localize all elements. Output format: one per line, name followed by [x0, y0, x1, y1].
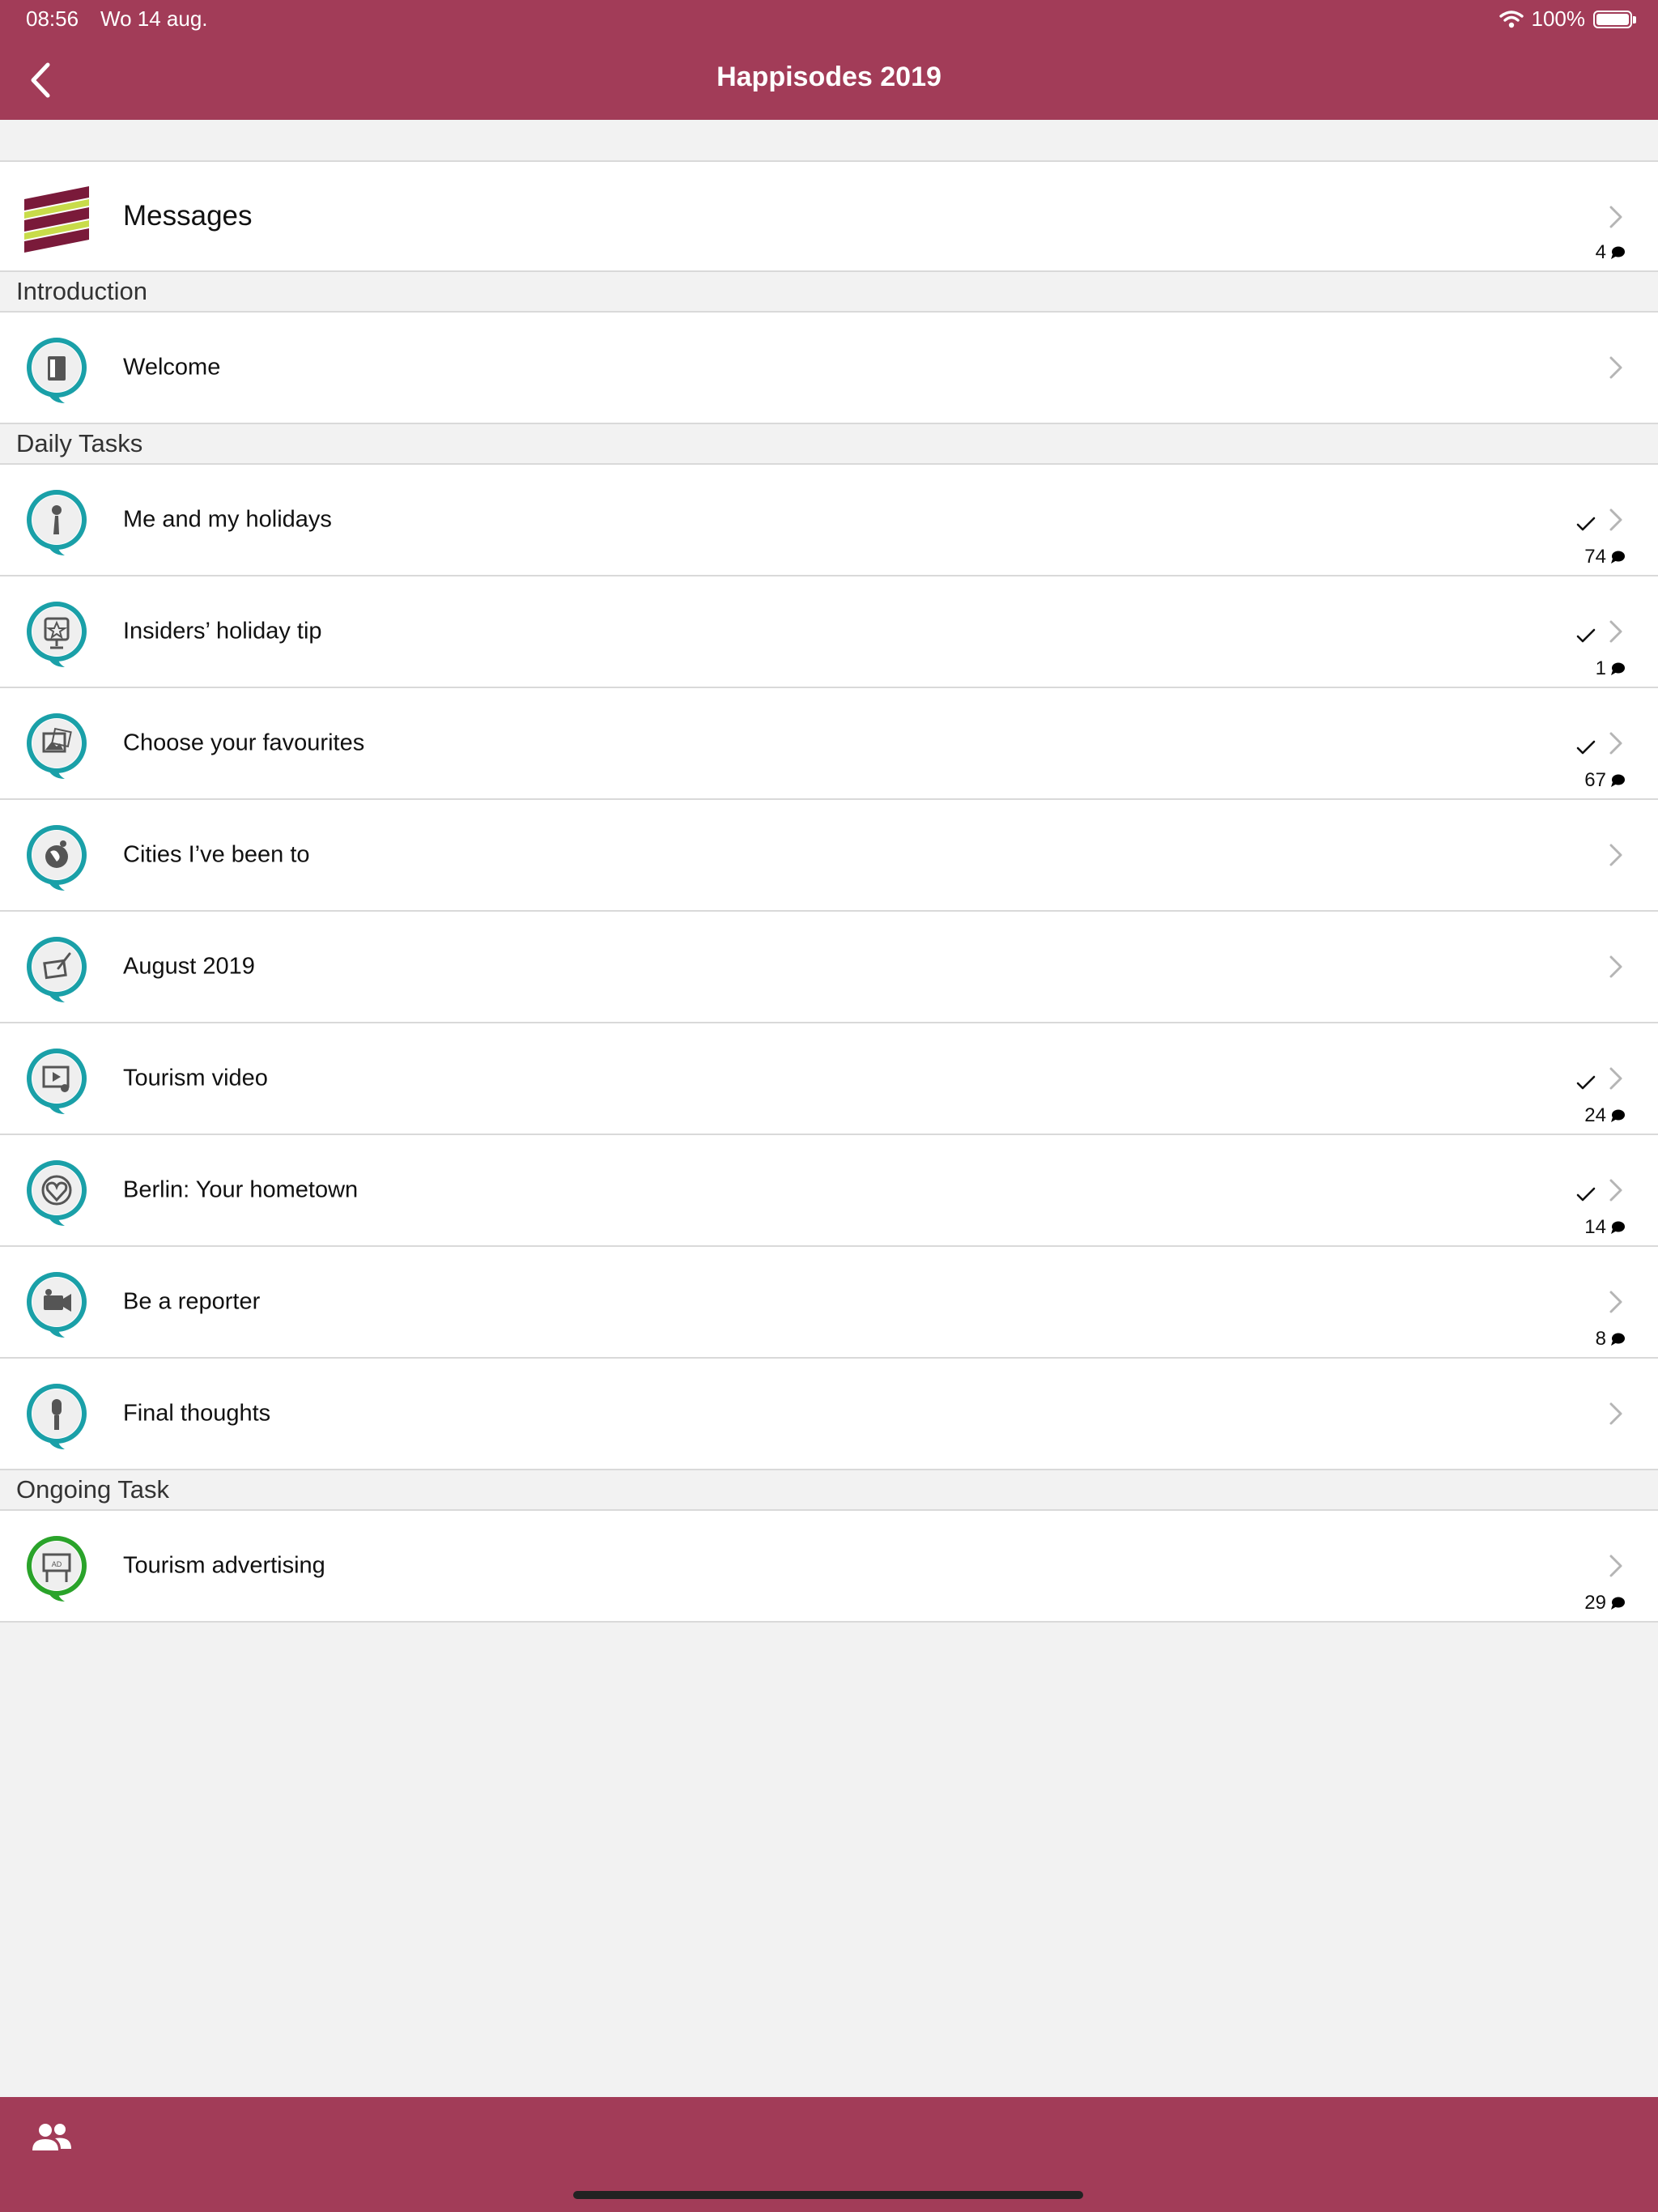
checkmark-icon: [1576, 517, 1596, 531]
svg-text:AD: AD: [52, 1560, 62, 1568]
speech-bubble-icon: [1611, 774, 1625, 787]
status-right: 100%: [1499, 6, 1636, 32]
comment-count-value: 14: [1584, 1216, 1606, 1238]
checkmark-icon: [1576, 1075, 1596, 1090]
door-icon: [27, 338, 87, 403]
speech-bubble-icon: [1611, 551, 1625, 564]
nav-bar: Happisodes 2019: [0, 40, 1658, 120]
chevron-right-icon: [1609, 1179, 1622, 1202]
globe-pin-icon: [27, 825, 87, 891]
photos-icon: [27, 713, 87, 779]
comment-count: 1: [1596, 657, 1626, 680]
chevron-right-icon: [1609, 356, 1622, 379]
status-date: Wo 14 aug.: [100, 6, 208, 31]
drawing-pad-icon: [27, 937, 87, 1002]
comment-count: 29: [1584, 1592, 1626, 1614]
video-camera-icon: [27, 1272, 87, 1338]
person-globe-icon: [27, 490, 87, 555]
task-label: Cities I’ve been to: [123, 841, 310, 868]
speech-bubble-icon: [1611, 1597, 1625, 1610]
task-row[interactable]: Choose your favourites 67: [0, 688, 1658, 800]
messages-row[interactable]: Messages 4: [0, 160, 1658, 272]
battery-fill: [1596, 13, 1629, 25]
film-play-icon: [27, 1049, 87, 1114]
task-label: Be a reporter: [123, 1288, 261, 1315]
speech-bubble-icon: [1611, 662, 1625, 675]
task-row[interactable]: Cities I’ve been to: [0, 800, 1658, 912]
task-label: Welcome: [123, 354, 221, 381]
task-label: Choose your favourites: [123, 730, 365, 756]
task-label: Me and my holidays: [123, 506, 332, 533]
comment-count-value: 74: [1584, 546, 1606, 568]
comment-count: 67: [1584, 769, 1626, 792]
wifi-icon: [1499, 10, 1524, 28]
comment-count-value: 1: [1595, 657, 1606, 679]
checkmark-icon: [1576, 740, 1596, 755]
chevron-right-icon: [1609, 1067, 1622, 1090]
brand-logo-icon: [24, 186, 89, 253]
task-row[interactable]: Tourism video 24: [0, 1023, 1658, 1135]
task-label: Berlin: Your hometown: [123, 1176, 359, 1203]
task-row[interactable]: AD Tourism advertising 29: [0, 1511, 1658, 1623]
task-row[interactable]: Berlin: Your hometown 14: [0, 1135, 1658, 1247]
comment-count: 74: [1584, 546, 1626, 568]
section-header: Ongoing Task: [0, 1470, 1658, 1511]
checkmark-icon: [1576, 1187, 1596, 1202]
task-row[interactable]: Me and my holidays 74: [0, 465, 1658, 576]
people-icon[interactable]: [31, 2121, 73, 2154]
speech-bubble-icon: [1611, 1109, 1625, 1122]
comment-count-value: 8: [1595, 1328, 1606, 1350]
chevron-right-icon: [1609, 844, 1622, 866]
chevron-right-icon: [1609, 955, 1622, 978]
comment-count-value: 29: [1584, 1592, 1606, 1614]
star-sign-icon: [27, 602, 87, 667]
speech-bubble-icon: [1611, 246, 1625, 259]
battery-percent: 100%: [1531, 6, 1586, 31]
task-label: Insiders’ holiday tip: [123, 618, 322, 644]
chevron-right-icon: [1609, 508, 1622, 531]
message-count-value: 4: [1595, 241, 1606, 263]
task-list: Messages 4 Introduction Welcome Daily Task…: [0, 160, 1658, 1623]
battery-icon: [1593, 10, 1636, 28]
comment-count-value: 67: [1584, 769, 1606, 791]
comment-count-value: 24: [1584, 1104, 1606, 1126]
task-row[interactable]: Be a reporter 8: [0, 1247, 1658, 1359]
task-label: August 2019: [123, 953, 255, 980]
chevron-right-icon: [1609, 206, 1622, 228]
comment-count: 14: [1584, 1216, 1626, 1239]
task-row[interactable]: August 2019: [0, 912, 1658, 1023]
task-row[interactable]: Welcome: [0, 313, 1658, 424]
speech-bubble-icon: [1611, 1221, 1625, 1234]
checkmark-icon: [1576, 628, 1596, 643]
microphone-icon: [27, 1384, 87, 1449]
status-bar: 08:56 Wo 14 aug. 100%: [0, 0, 1658, 40]
home-indicator[interactable]: [573, 2191, 1083, 2199]
comment-count: 8: [1596, 1328, 1626, 1351]
comment-count: 24: [1584, 1104, 1626, 1127]
messages-label: Messages: [123, 200, 253, 232]
chevron-right-icon: [1609, 620, 1622, 643]
heart-badge-icon: [27, 1160, 87, 1226]
billboard-ad-icon: AD: [27, 1536, 87, 1602]
message-count: 4: [1596, 241, 1626, 264]
task-row[interactable]: Insiders’ holiday tip 1: [0, 576, 1658, 688]
chevron-right-icon: [1609, 732, 1622, 755]
chevron-right-icon: [1609, 1555, 1622, 1577]
task-label: Final thoughts: [123, 1400, 271, 1427]
task-row[interactable]: Final thoughts: [0, 1359, 1658, 1470]
section-header: Introduction: [0, 272, 1658, 313]
tab-bar: [0, 2097, 1658, 2212]
task-label: Tourism video: [123, 1065, 268, 1091]
section-header: Daily Tasks: [0, 424, 1658, 465]
chevron-right-icon: [1609, 1291, 1622, 1313]
page-title: Happisodes 2019: [716, 62, 942, 92]
speech-bubble-icon: [1611, 1333, 1625, 1346]
status-time: 08:56: [26, 6, 79, 31]
chevron-right-icon: [1609, 1402, 1622, 1425]
task-label: Tourism advertising: [123, 1552, 325, 1579]
